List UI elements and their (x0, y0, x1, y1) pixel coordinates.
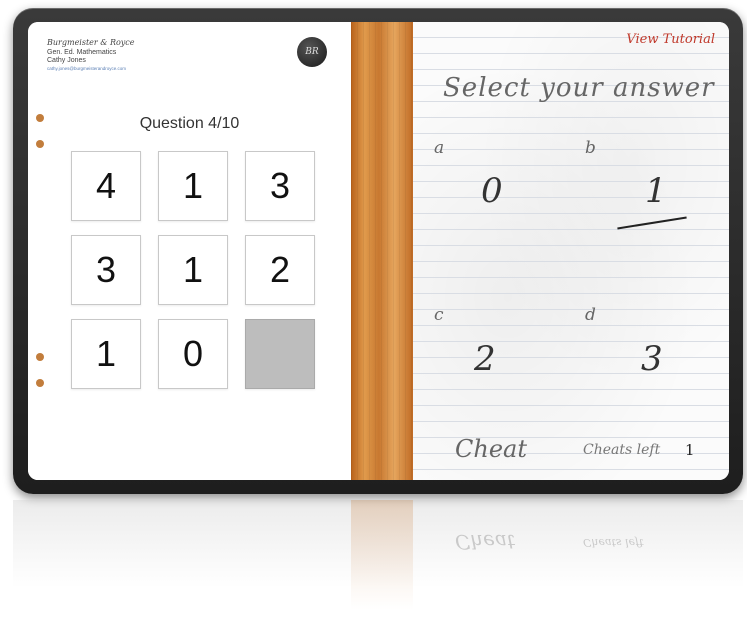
puzzle-tile[interactable]: 2 (245, 235, 315, 305)
puzzle-tile[interactable]: 3 (71, 235, 141, 305)
option-a-letter: a (434, 138, 445, 158)
binder-hole-icon (36, 353, 44, 361)
puzzle-tile[interactable]: 1 (71, 319, 141, 389)
user-name: Cathy Jones (47, 57, 86, 64)
brand-name: Burgmeister & Royce (47, 38, 135, 47)
selected-answer-underline (617, 216, 687, 230)
user-info: Gen. Ed. Mathematics Cathy Jones cathy.j… (47, 49, 126, 73)
puzzle-tile[interactable]: 1 (158, 151, 228, 221)
binder-hole-icon (36, 140, 44, 148)
binder-hole-icon (36, 379, 44, 387)
answer-page: View Tutorial Select your answer a 0 b 1… (413, 22, 729, 480)
reflection-wood (351, 500, 413, 610)
option-a-button[interactable]: 0 (481, 171, 503, 211)
option-c-button[interactable]: 2 (474, 339, 496, 379)
answer-prompt: Select your answer (443, 73, 715, 103)
cheats-left-label: Cheats left (583, 442, 661, 458)
course-name: Gen. Ed. Mathematics (47, 49, 117, 56)
puzzle-tile[interactable]: 3 (245, 151, 315, 221)
option-c-letter: c (434, 305, 444, 325)
option-b-button[interactable]: 1 (645, 171, 667, 211)
tablet-screen: Burgmeister & Royce Gen. Ed. Mathematics… (28, 22, 729, 480)
wood-divider (351, 22, 413, 480)
brand-logo-icon: BR (297, 37, 327, 67)
puzzle-tile[interactable]: 0 (158, 319, 228, 389)
puzzle-tile[interactable]: 4 (71, 151, 141, 221)
cheats-left-count: 1 (685, 441, 695, 459)
option-b-letter: b (585, 138, 596, 158)
option-d-letter: d (585, 305, 596, 325)
reflection-cheats-left-text: Cheats left (583, 536, 644, 549)
question-counter: Question 4/10 (139, 115, 240, 132)
user-email: cathy.jones@burgmeisterandroyce.com (47, 66, 127, 71)
device-reflection: Cheat Cheats left (13, 500, 743, 610)
puzzle-tile[interactable]: 1 (158, 235, 228, 305)
cheat-button[interactable]: Cheat (455, 435, 527, 463)
reflection-cheat-text: Cheat (455, 530, 515, 554)
option-d-button[interactable]: 3 (641, 339, 663, 379)
view-tutorial-link[interactable]: View Tutorial (626, 32, 715, 47)
tablet-frame: Burgmeister & Royce Gen. Ed. Mathematics… (13, 8, 743, 494)
empty-tile[interactable] (245, 319, 315, 389)
puzzle-page: Burgmeister & Royce Gen. Ed. Mathematics… (28, 22, 351, 480)
